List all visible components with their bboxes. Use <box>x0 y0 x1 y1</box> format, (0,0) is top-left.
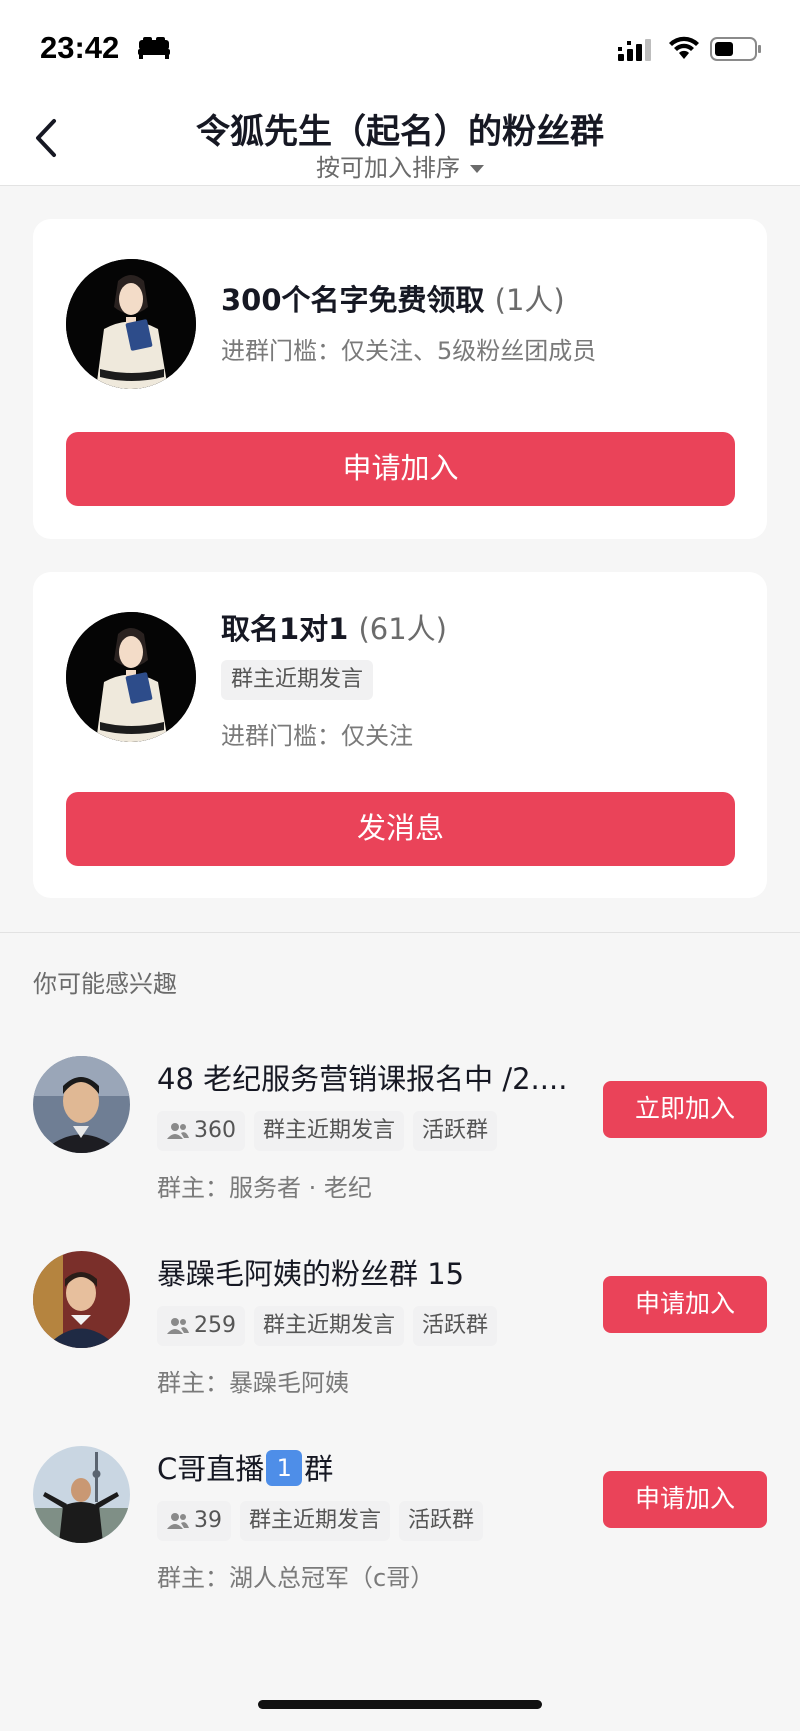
home-indicator <box>258 1700 542 1709</box>
avatar-image <box>66 612 196 742</box>
sort-dropdown[interactable]: 按可加入排序 <box>0 148 800 183</box>
avatar-image <box>33 1446 130 1543</box>
apply-join-button[interactable]: 申请加入 <box>603 1276 767 1333</box>
status-tag: 群主近期发言 <box>254 1306 405 1346</box>
tag-row: 259 群主近期发言 活跃群 <box>157 1306 498 1346</box>
users-icon <box>167 1513 189 1529</box>
group-card: 取名1对1 (61人) 群主近期发言 进群门槛：仅关注 发消息 <box>33 572 767 898</box>
join-requirement: 进群门槛：仅关注 <box>221 722 413 750</box>
signal-icon <box>618 39 651 61</box>
group-name-text: 取名1对1 <box>221 612 349 646</box>
group-name: 300个名字免费领取 (1人) <box>221 277 565 319</box>
member-count-tag: 39 <box>157 1501 231 1541</box>
group-owner: 群主：暴躁毛阿姨 <box>157 1369 349 1397</box>
status-bar: 23:42 <box>0 0 800 92</box>
avatar-image <box>33 1056 130 1153</box>
join-now-button[interactable]: 立即加入 <box>603 1081 767 1138</box>
group-card: 300个名字免费领取 (1人) 进群门槛：仅关注、5级粉丝团成员 申请加入 <box>33 219 767 539</box>
sort-label: 按可加入排序 <box>316 154 460 182</box>
list-item[interactable]: 暴躁毛阿姨的粉丝群 15 259 群主近期发言 活跃群 群主：暴躁毛阿姨 申请加… <box>0 1251 800 1421</box>
member-count: 360 <box>194 1118 236 1143</box>
member-count: 39 <box>194 1508 222 1533</box>
users-icon <box>167 1318 189 1334</box>
send-message-button[interactable]: 发消息 <box>66 792 735 866</box>
group-name: 48 老纪服务营销课报名中 /2.... <box>157 1062 568 1096</box>
group-name-prefix: C哥直播 <box>157 1452 265 1486</box>
status-tag: 活跃群 <box>413 1306 498 1346</box>
page-title: 令狐先生（起名）的粉丝群 <box>196 112 604 152</box>
list-item[interactable]: 48 老纪服务营销课报名中 /2.... 360 群主近期发言 活跃群 群主：服… <box>0 1056 800 1226</box>
avatar <box>33 1056 130 1153</box>
member-count: 259 <box>194 1313 236 1338</box>
nav-bar: 令狐先生（起名）的粉丝群 按可加入排序 <box>0 92 800 186</box>
avatar <box>66 612 196 742</box>
join-requirement: 进群门槛：仅关注、5级粉丝团成员 <box>221 337 597 365</box>
tag-row: 360 群主近期发言 活跃群 <box>157 1111 498 1151</box>
group-name-text: 300个名字免费领取 <box>221 283 485 317</box>
member-count-tag: 259 <box>157 1306 245 1346</box>
status-tag: 群主近期发言 <box>254 1111 405 1151</box>
avatar <box>33 1446 130 1543</box>
status-tag: 活跃群 <box>413 1111 498 1151</box>
apply-join-button[interactable]: 申请加入 <box>603 1471 767 1528</box>
member-count-tag: 360 <box>157 1111 245 1151</box>
list-item[interactable]: C哥直播 1 群 39 群主近期发言 活跃群 群主：湖人总冠军（c哥） 申请加入 <box>0 1446 800 1616</box>
group-name: 暴躁毛阿姨的粉丝群 15 <box>157 1257 465 1291</box>
tag-row: 39 群主近期发言 活跃群 <box>157 1501 484 1541</box>
bed-icon <box>138 37 170 59</box>
status-tag: 群主近期发言 <box>240 1501 391 1541</box>
divider <box>0 932 800 933</box>
group-name-suffix: 群 <box>304 1452 334 1486</box>
avatar-image <box>66 259 196 389</box>
group-name: C哥直播 1 群 <box>157 1446 577 1488</box>
status-tag: 群主近期发言 <box>221 660 374 700</box>
users-icon <box>167 1123 189 1139</box>
caret-down-icon <box>470 165 484 173</box>
battery-icon <box>710 37 761 61</box>
status-time: 23:42 <box>40 30 120 65</box>
avatar-image <box>33 1251 130 1348</box>
group-owner: 群主：服务者 · 老纪 <box>157 1174 372 1202</box>
avatar <box>33 1251 130 1348</box>
section-title: 你可能感兴趣 <box>33 970 177 998</box>
apply-join-button[interactable]: 申请加入 <box>66 432 735 506</box>
avatar <box>66 259 196 389</box>
wifi-icon <box>669 36 699 59</box>
group-owner: 群主：湖人总冠军（c哥） <box>157 1564 435 1592</box>
status-tag: 活跃群 <box>399 1501 484 1541</box>
keycap-one-icon: 1 <box>266 1450 303 1486</box>
group-name: 取名1对1 (61人) <box>221 606 447 648</box>
member-count: (1人) <box>494 283 565 317</box>
member-count: (61人) <box>358 612 447 646</box>
